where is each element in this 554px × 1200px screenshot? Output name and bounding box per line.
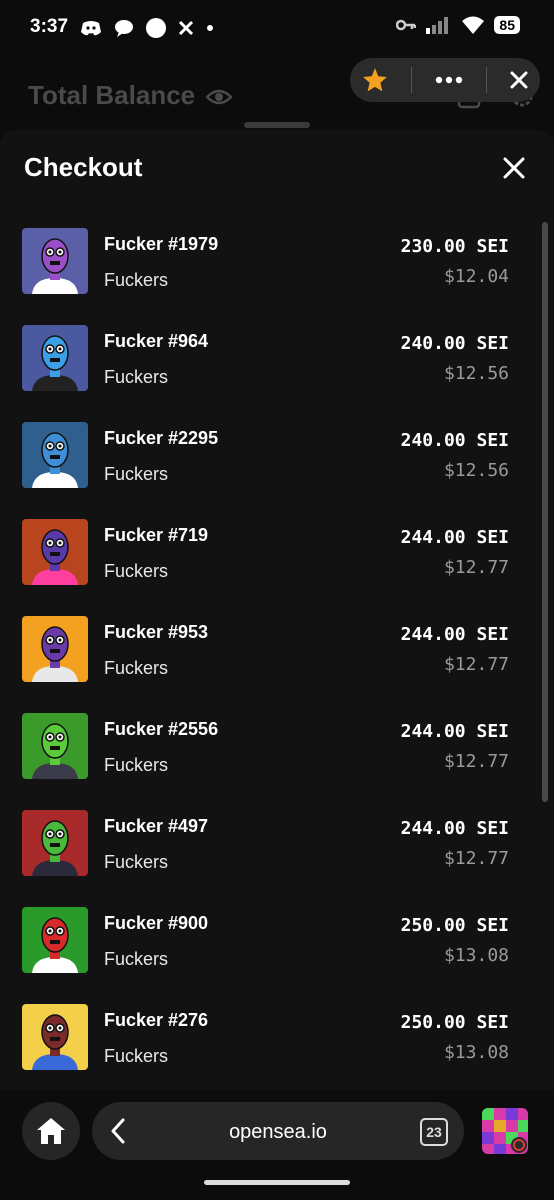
url-text: opensea.io xyxy=(229,1121,327,1143)
nft-price-sei: 244.00 SEI xyxy=(400,818,509,839)
nft-avatar-icon xyxy=(22,907,88,973)
checkout-item[interactable]: Fucker #953 Fuckers 244.00 SEI $12.77 xyxy=(0,616,554,713)
nft-price-usd: $12.04 xyxy=(443,266,509,287)
discord-icon xyxy=(81,21,101,36)
nft-name: Fucker #2295 xyxy=(104,428,219,448)
chat-bubble-icon xyxy=(115,20,133,37)
nft-collection: Fuckers xyxy=(104,561,169,581)
total-balance-heading: Total Balance xyxy=(28,80,234,111)
nft-price-usd: $12.77 xyxy=(443,557,509,578)
circle-icon xyxy=(146,18,166,38)
dot-icon xyxy=(207,25,213,31)
nft-thumbnail[interactable] xyxy=(22,228,88,294)
signal-icon xyxy=(426,17,449,34)
checkout-item[interactable]: Fucker #1979 Fuckers 230.00 SEI $12.04 xyxy=(0,228,554,325)
nft-price-sei: 230.00 SEI xyxy=(400,236,509,257)
nft-collection: Fuckers xyxy=(104,464,169,484)
nft-price-usd: $12.77 xyxy=(443,751,509,772)
nft-avatar-icon xyxy=(22,325,88,391)
nft-price-usd: $12.56 xyxy=(443,460,509,481)
nft-name: Fucker #497 xyxy=(104,816,209,836)
nft-name: Fucker #276 xyxy=(104,1010,209,1030)
browser-bottom-bar: opensea.io 23 xyxy=(0,1090,554,1200)
nft-thumbnail[interactable] xyxy=(22,616,88,682)
checkout-item[interactable]: Fucker #497 Fuckers 244.00 SEI $12.77 xyxy=(0,810,554,907)
browser-quick-actions xyxy=(350,58,540,102)
nft-price-usd: $13.08 xyxy=(443,1042,509,1063)
home-button[interactable] xyxy=(22,1102,80,1160)
nft-price-sei: 250.00 SEI xyxy=(400,1012,509,1033)
nft-collection: Fuckers xyxy=(104,658,169,678)
nft-avatar-icon xyxy=(22,1004,88,1070)
nft-name: Fucker #1979 xyxy=(104,234,219,254)
checkout-item[interactable]: Fucker #276 Fuckers 250.00 SEI $13.08 xyxy=(0,1004,554,1101)
home-icon xyxy=(37,1118,65,1144)
pixel-avatar-icon xyxy=(482,1108,528,1154)
checkout-item[interactable]: Fucker #2295 Fuckers 240.00 SEI $12.56 xyxy=(0,422,554,519)
url-bar[interactable]: opensea.io 23 xyxy=(92,1102,464,1160)
nft-thumbnail[interactable] xyxy=(22,519,88,585)
checkout-item[interactable]: Fucker #900 Fuckers 250.00 SEI $13.08 xyxy=(0,907,554,1004)
nft-price-usd: $12.77 xyxy=(443,848,509,869)
nft-thumbnail[interactable] xyxy=(22,325,88,391)
home-indicator[interactable] xyxy=(204,1180,350,1185)
checkout-item-list: Fucker #1979 Fuckers 230.00 SEI $12.04 Fucke… xyxy=(0,228,554,1101)
nft-avatar-icon xyxy=(22,616,88,682)
pill-divider-2 xyxy=(486,67,488,93)
nft-avatar-icon xyxy=(22,519,88,585)
nft-name: Fucker #2556 xyxy=(104,719,219,739)
total-balance-label: Total Balance xyxy=(28,80,196,110)
nft-price-usd: $12.77 xyxy=(443,654,509,675)
checkout-item[interactable]: Fucker #964 Fuckers 240.00 SEI $12.56 xyxy=(0,325,554,422)
nft-avatar-icon xyxy=(22,810,88,876)
nft-price-sei: 244.00 SEI xyxy=(400,721,509,742)
wallet-avatar[interactable] xyxy=(482,1108,528,1154)
x-app-icon xyxy=(178,20,194,36)
pill-divider xyxy=(410,67,412,93)
nft-thumbnail[interactable] xyxy=(22,713,88,779)
nft-price-sei: 240.00 SEI xyxy=(400,430,509,451)
nft-collection: Fuckers xyxy=(104,270,169,290)
nft-collection: Fuckers xyxy=(104,852,169,872)
key-icon xyxy=(396,19,417,31)
nft-avatar-icon xyxy=(22,713,88,779)
nft-collection: Fuckers xyxy=(104,949,169,969)
nft-thumbnail[interactable] xyxy=(22,422,88,488)
nft-price-sei: 244.00 SEI xyxy=(400,527,509,548)
status-bar: 3:37 85 xyxy=(0,0,554,56)
nft-price-sei: 244.00 SEI xyxy=(400,624,509,645)
checkout-sheet: Checkout Fucker #1979 Fuckers 230.00 SEI $1… xyxy=(0,130,554,1090)
status-system-icons: 85 xyxy=(396,16,520,34)
nft-collection: Fuckers xyxy=(104,367,169,387)
nft-thumbnail[interactable] xyxy=(22,907,88,973)
nft-price-sei: 240.00 SEI xyxy=(400,333,509,354)
wifi-icon xyxy=(462,16,485,34)
close-icon[interactable] xyxy=(498,152,530,184)
sheet-drag-handle[interactable] xyxy=(244,122,310,128)
nft-collection: Fuckers xyxy=(104,755,169,775)
checkout-item[interactable]: Fucker #2556 Fuckers 244.00 SEI $12.77 xyxy=(0,713,554,810)
battery-indicator: 85 xyxy=(494,16,520,34)
nft-name: Fucker #953 xyxy=(104,622,209,642)
nft-avatar-icon xyxy=(22,422,88,488)
nft-price-usd: $13.08 xyxy=(443,945,509,966)
nft-thumbnail[interactable] xyxy=(22,810,88,876)
more-options-icon[interactable] xyxy=(435,76,463,84)
nft-price-usd: $12.56 xyxy=(443,363,509,384)
nft-thumbnail[interactable] xyxy=(22,1004,88,1070)
star-icon[interactable] xyxy=(362,67,388,93)
nft-name: Fucker #719 xyxy=(104,525,209,545)
eye-icon[interactable] xyxy=(205,88,234,106)
nft-price-sei: 250.00 SEI xyxy=(400,915,509,936)
nft-name: Fucker #964 xyxy=(104,331,209,351)
checkout-title: Checkout xyxy=(24,152,143,182)
close-tab-icon[interactable] xyxy=(510,71,528,89)
status-time: 3:37 xyxy=(30,16,69,37)
status-notification-icons xyxy=(80,18,214,38)
nft-avatar-icon xyxy=(22,228,88,294)
tab-count-button[interactable]: 23 xyxy=(420,1118,448,1146)
nft-name: Fucker #900 xyxy=(104,913,209,933)
checkout-item[interactable]: Fucker #719 Fuckers 244.00 SEI $12.77 xyxy=(0,519,554,616)
nft-collection: Fuckers xyxy=(104,1046,169,1066)
